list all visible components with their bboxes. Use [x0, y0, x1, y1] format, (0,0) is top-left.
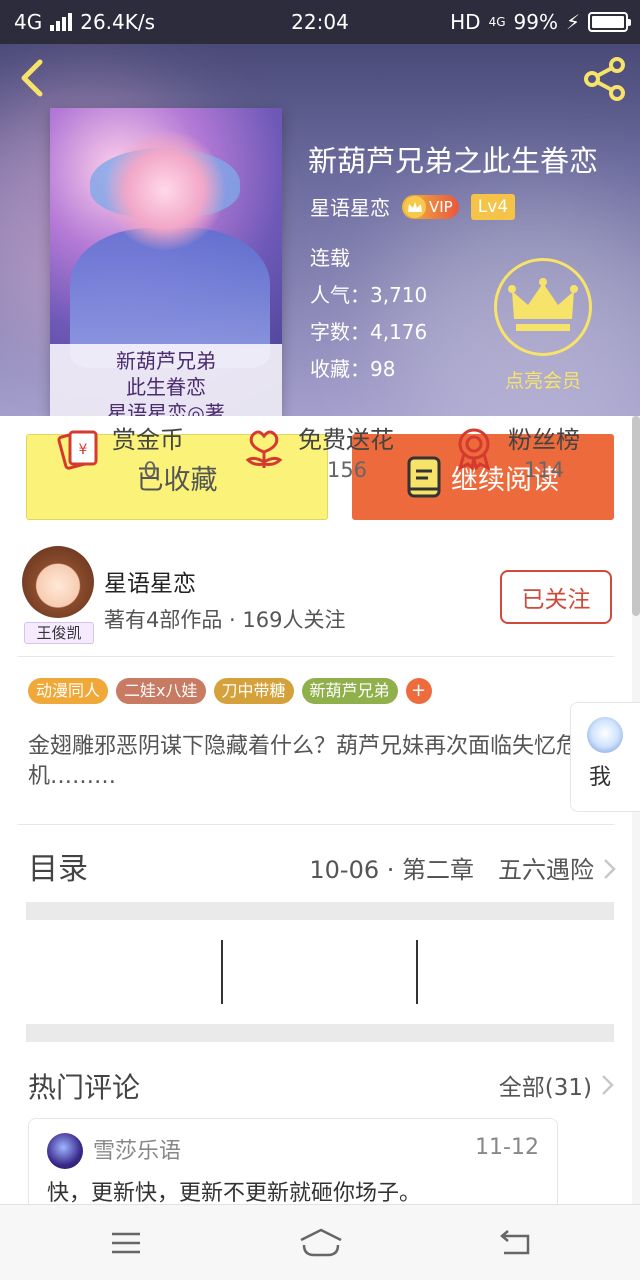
book-title: 新葫芦兄弟之此生眷恋 — [308, 144, 599, 178]
chevron-right-icon — [604, 859, 616, 879]
share-icon[interactable] — [582, 56, 628, 102]
hd-label: HD — [450, 10, 481, 34]
vip-cta-button[interactable] — [494, 258, 592, 356]
popularity: 人气：3,710 — [310, 283, 428, 307]
charging-icon: ⚡ — [565, 10, 580, 34]
stat-name: 粉丝榜 — [508, 426, 580, 454]
stat-value: 114 — [523, 458, 565, 482]
header-author-name[interactable]: 星语星恋 — [310, 192, 390, 221]
commenter-name: 雪莎乐语 — [93, 1139, 182, 1164]
author-name[interactable]: 星语星恋 — [104, 564, 196, 598]
book-description: 金翅雕邪恶阴谋下隐藏着什么？葫芦兄妹再次面临失忆危机……… — [28, 734, 579, 789]
comment-date: 11-12 — [475, 1135, 539, 1160]
chevron-left-icon[interactable] — [14, 58, 54, 98]
cover-line-3: 星语星恋◎著 — [107, 401, 225, 416]
favorite-count: 收藏：98 — [310, 357, 396, 381]
stat-name: 免费送花 — [298, 426, 394, 454]
home-icon[interactable] — [298, 1227, 344, 1259]
book-icon — [407, 456, 441, 498]
crown-icon — [404, 195, 426, 218]
book-detail-card: 已收藏 继续阅读 王俊凯 星语星恋 著有4部作品 · 169人关注 已关注 动漫… — [0, 416, 632, 1228]
book-header: 新葫芦兄弟 此生眷恋 星语星恋◎著 新葫芦兄弟之此生眷恋 星语星恋 VIP Lv… — [0, 44, 640, 416]
svg-text:¥: ¥ — [79, 442, 88, 458]
battery-percent: 99% — [513, 10, 558, 34]
book-meta: 连载 人气：3,710 字数：4,176 收藏：98 — [310, 240, 427, 388]
stat-value: 156 — [326, 458, 368, 482]
status-bar: 4G 26.4K/s 22:04 HD 4G 99% ⚡ — [0, 0, 640, 44]
hot-comments-title: 热门评论 — [28, 1071, 141, 1104]
free-flowers-stat[interactable]: 免费送花 156 — [242, 416, 412, 488]
crown-icon — [508, 278, 578, 331]
tag-list: 动漫同人 二娃x八娃 刀中带糖 新葫芦兄弟 + — [28, 678, 432, 704]
section-divider — [26, 1024, 614, 1042]
vip-cta-label[interactable]: 点亮会员 — [483, 366, 603, 393]
commenter-avatar — [587, 717, 623, 753]
level-badge: Lv4 — [470, 193, 516, 220]
flower-icon — [245, 430, 283, 468]
fan-ranking-stat[interactable]: 粉丝榜 114 — [452, 416, 602, 488]
status-right: HD 4G 99% ⚡ — [450, 10, 631, 34]
word-count: 字数：4,176 — [310, 320, 428, 344]
medal-icon — [457, 428, 491, 470]
tag-pill[interactable]: 二娃x八娃 — [116, 678, 206, 704]
scrollbar[interactable] — [632, 416, 640, 616]
reward-coins-stat[interactable]: ¥ 赏金币 0 — [56, 416, 206, 488]
toc-label: 目录 — [28, 852, 88, 887]
back-icon[interactable] — [496, 1227, 536, 1259]
commenter-avatar — [47, 1133, 83, 1169]
chevron-right-icon[interactable] — [600, 1074, 614, 1096]
all-comments-link[interactable]: 全部(31) — [499, 1068, 592, 1102]
book-cover[interactable]: 新葫芦兄弟 此生眷恋 星语星恋◎著 — [50, 108, 282, 416]
vip-label: VIP — [429, 197, 453, 216]
vip-badge: VIP — [402, 194, 459, 219]
cover-line-2: 此生眷恋 — [126, 375, 206, 399]
divider — [416, 940, 418, 1004]
divider — [18, 656, 614, 657]
red-envelope-icon: ¥ — [57, 430, 98, 470]
stat-name: 赏金币 — [112, 426, 184, 454]
author-stats: 著有4部作品 · 169人关注 — [104, 608, 346, 632]
network-small: 4G — [488, 15, 506, 29]
author-row: 星语星恋 VIP Lv4 — [310, 192, 516, 221]
follow-button[interactable]: 已关注 — [500, 570, 612, 624]
tag-pill[interactable]: 刀中带糖 — [213, 678, 294, 704]
system-nav-bar — [0, 1204, 640, 1280]
menu-icon[interactable] — [106, 1227, 146, 1259]
divider — [221, 940, 223, 1004]
stat-value: 0 — [143, 458, 157, 482]
avatar-tag: 王俊凯 — [24, 622, 94, 644]
author-avatar[interactable]: 王俊凯 — [20, 546, 96, 644]
comment-text: 我 — [589, 765, 612, 790]
battery-icon — [588, 12, 631, 32]
serial-status: 连载 — [310, 246, 350, 270]
table-of-contents-row[interactable]: 目录 10-06 · 第二章 五六遇险 — [0, 824, 632, 904]
cover-title-plate: 新葫芦兄弟 此生眷恋 星语星恋◎著 — [50, 344, 282, 416]
tag-pill[interactable]: 新葫芦兄弟 — [301, 678, 398, 704]
section-divider — [26, 902, 614, 920]
tag-pill[interactable]: 动漫同人 — [28, 678, 109, 704]
comment-text: 快，更新快，更新不更新就砸你场子。 — [47, 1181, 422, 1206]
latest-chapter: 10-06 · 第二章 五六遇险 — [309, 856, 594, 884]
comment-card[interactable]: 我 — [570, 702, 640, 812]
cover-line-1: 新葫芦兄弟 — [116, 349, 216, 373]
add-tag-button[interactable]: + — [405, 678, 432, 704]
